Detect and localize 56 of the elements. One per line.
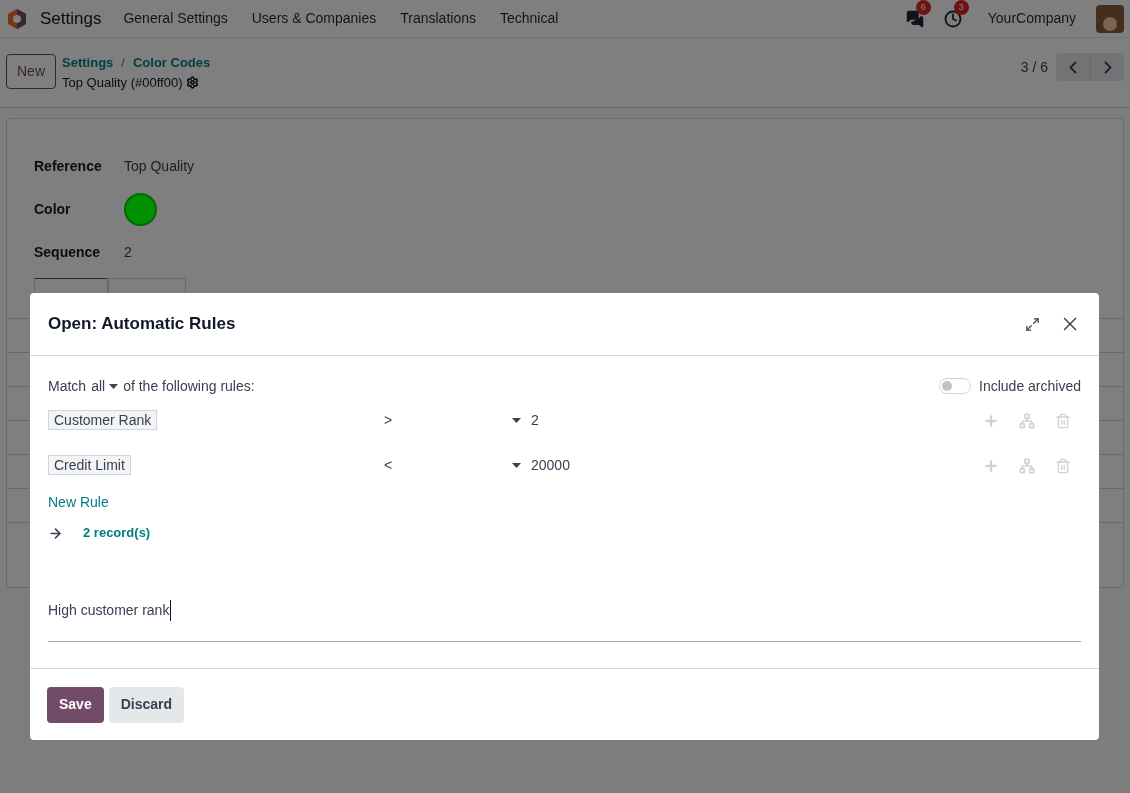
chevron-left-icon xyxy=(1069,60,1077,74)
arrow-right-icon xyxy=(48,525,63,541)
color-swatch[interactable] xyxy=(124,193,157,226)
breadcrumb-link[interactable]: Color Codes xyxy=(132,53,211,73)
previous-button[interactable] xyxy=(1056,53,1090,81)
logo-icon xyxy=(6,7,28,30)
add-icon[interactable] xyxy=(983,457,999,474)
caret-icon xyxy=(109,383,119,389)
match-label: Match xyxy=(48,376,87,396)
include-archived-label: Include archived xyxy=(979,376,1081,396)
settings-icon[interactable] xyxy=(186,75,200,89)
new-rule-link[interactable]: New Rule xyxy=(48,488,109,516)
match-suffix: of the following rules: xyxy=(123,376,255,396)
menu-item[interactable]: Technical xyxy=(500,8,559,29)
breadcrumb-separator: / xyxy=(121,54,125,72)
operator-dropdown[interactable]: < xyxy=(384,455,529,476)
records-link[interactable]: 2 record(s) xyxy=(83,523,151,543)
menu-item[interactable]: General Settings xyxy=(123,8,228,29)
rule-field[interactable]: Customer Rank xyxy=(48,410,384,431)
chevron-right-icon xyxy=(1103,60,1112,74)
rule-value[interactable]: 2 xyxy=(531,410,539,431)
activities-badge: 3 xyxy=(953,0,969,15)
menu-item[interactable]: Users & Companies xyxy=(251,8,377,29)
discard-button[interactable]: Discard xyxy=(108,686,185,723)
save-button[interactable]: Save xyxy=(47,686,104,723)
new-button[interactable]: New xyxy=(6,54,56,89)
messages-badge: 6 xyxy=(915,0,931,15)
operator-dropdown[interactable]: > xyxy=(384,410,529,431)
chat-icon[interactable] xyxy=(905,9,924,28)
delete-icon[interactable] xyxy=(1055,457,1071,474)
field-label: Sequence xyxy=(34,243,102,262)
next-button[interactable] xyxy=(1090,53,1124,81)
field-value: 2 xyxy=(124,243,132,262)
field-value: Top Quality xyxy=(124,157,195,176)
expand-icon[interactable] xyxy=(1025,316,1040,332)
menu-item[interactable]: Translations xyxy=(400,8,476,29)
app-title[interactable]: Settings xyxy=(40,5,102,32)
record-title: Top Quality (#00ff00) xyxy=(62,73,183,92)
breadcrumb-link[interactable]: Settings xyxy=(62,53,114,73)
rule-field[interactable]: Credit Limit xyxy=(48,455,384,476)
pager-text: 3 / 6 xyxy=(1020,57,1048,77)
match-dropdown[interactable]: all xyxy=(91,375,119,397)
caret-icon xyxy=(512,463,521,468)
delete-icon[interactable] xyxy=(1055,412,1071,429)
rule-value[interactable]: 20000 xyxy=(531,455,570,476)
clock-icon[interactable] xyxy=(943,9,962,28)
field-label: Reference xyxy=(34,157,103,176)
company-name[interactable]: YourCompany xyxy=(987,8,1076,29)
hierarchy-icon[interactable] xyxy=(1019,412,1035,429)
hierarchy-icon[interactable] xyxy=(1019,457,1035,474)
avatar[interactable] xyxy=(1096,4,1124,33)
description-field[interactable]: High customer rank xyxy=(48,598,1081,642)
field-label: Color xyxy=(34,200,72,219)
caret-icon xyxy=(512,418,521,423)
add-icon[interactable] xyxy=(983,412,999,429)
dialog-title: Open: Automatic Rules xyxy=(48,313,236,336)
